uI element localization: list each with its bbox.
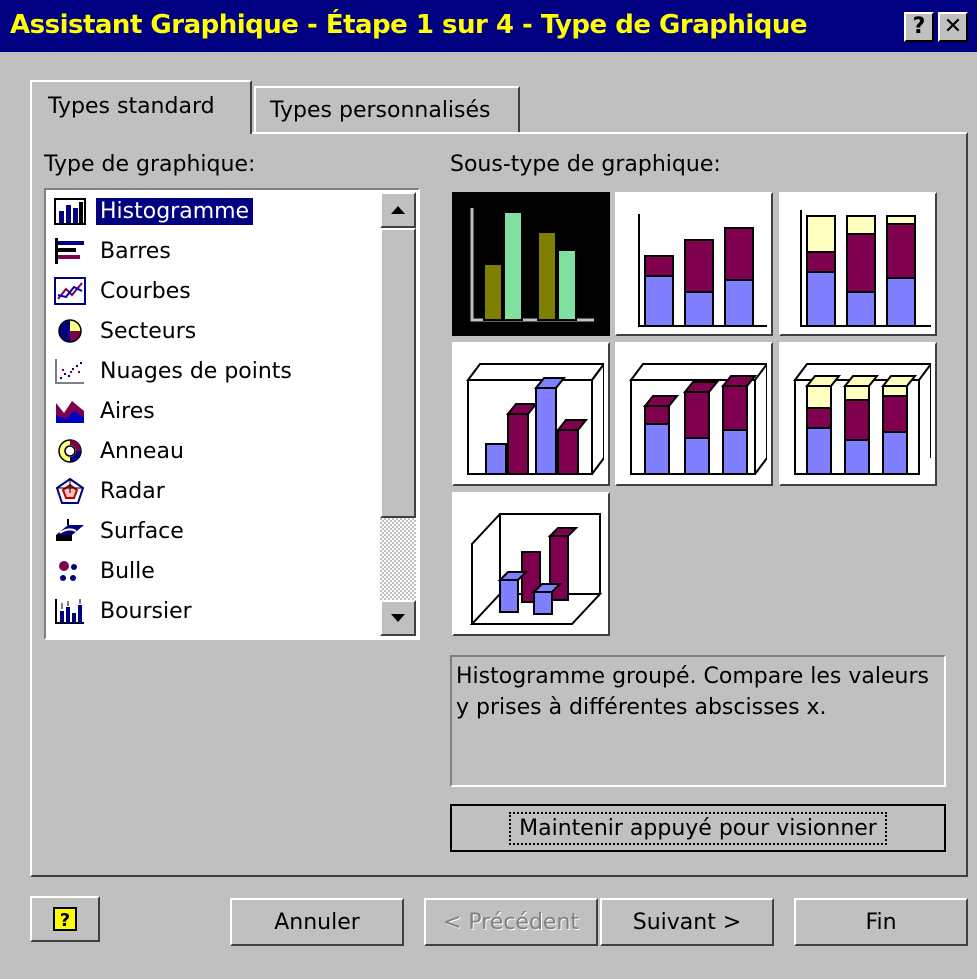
subtype-stacked-column[interactable] [615,192,773,336]
3d-clustered-column-chart-icon [466,363,604,475]
chart-type-label: Type de graphique: [44,152,256,177]
preview-button-label: Maintenir appuyé pour visionner [509,811,887,845]
scroll-thumb[interactable] [380,228,416,518]
help-icon: ? [53,907,77,931]
list-item[interactable]: Anneau [50,432,385,470]
3d-stacked-column-chart-icon [629,363,767,475]
list-item[interactable]: Secteurs [50,312,385,350]
area-chart-icon [50,395,90,427]
close-button[interactable]: ✕ [938,12,968,42]
percent-stacked-column-chart-icon [800,210,931,327]
list-item[interactable]: Aires [50,392,385,430]
stacked-column-chart-icon [638,214,767,327]
next-button[interactable]: Suivant > [600,898,774,946]
subtype-3d-clustered-column[interactable] [452,342,610,486]
previous-button[interactable]: < Précédent [424,898,598,946]
bar-chart-icon [50,235,90,267]
tab-label: Types personnalisés [270,98,491,123]
list-item-label: Aires [100,398,155,424]
finish-button[interactable]: Fin [794,898,968,946]
tab-types-standard[interactable]: Types standard [30,80,252,134]
list-item[interactable]: Courbes [50,272,385,310]
scroll-up-button[interactable] [380,192,416,228]
list-item-label: Courbes [100,278,191,304]
svg-text:?: ? [60,910,70,931]
3d-column-chart-icon [469,513,603,625]
window-title: Assistant Graphique - Étape 1 sur 4 - Ty… [10,10,808,40]
scroll-down-button[interactable] [380,600,416,636]
list-scrollbar[interactable] [380,192,416,636]
list-item[interactable]: Boursier [50,592,385,630]
scatter-chart-icon [50,355,90,387]
list-item-label: Secteurs [100,318,197,344]
list-item[interactable]: Bulle [50,552,385,590]
list-item-label: Radar [100,478,165,504]
clustered-column-chart-icon [470,208,594,322]
arrow-up-icon [391,206,405,214]
list-item[interactable]: Histogramme [50,192,385,230]
tab-types-personnalises[interactable]: Types personnalisés [254,86,520,132]
list-item-label: Nuages de points [100,358,292,384]
list-item-label: Boursier [100,598,192,624]
list-item[interactable]: Nuages de points [50,352,385,390]
bubble-chart-icon [50,555,90,587]
title-bar: Assistant Graphique - Étape 1 sur 4 - Ty… [0,0,977,52]
chart-type-list[interactable]: Histogramme Barres Courbes Secteurs Nuag… [44,188,420,640]
arrow-down-icon [391,614,405,622]
tab-label: Types standard [48,94,215,119]
subtype-description: Histogramme groupé. Compare les valeurs … [450,655,946,787]
list-item-label: Bulle [100,558,155,584]
subtype-100-percent-stacked-column[interactable] [779,192,937,336]
cancel-button[interactable]: Annuler [230,898,404,946]
3d-percent-stacked-column-chart-icon [793,363,931,475]
subtype-clustered-column[interactable] [452,192,610,336]
help-title-button[interactable]: ? [904,12,934,42]
list-item[interactable]: Surface [50,512,385,550]
column-chart-icon [50,195,90,227]
surface-chart-icon [50,515,90,547]
subtype-label: Sous-type de graphique: [450,152,721,177]
pie-chart-icon [50,315,90,347]
stock-chart-icon [50,595,90,627]
subtype-3d-column[interactable] [452,492,610,636]
list-item-label: Anneau [100,438,184,464]
line-chart-icon [50,275,90,307]
subtype-3d-100-percent-stacked-column[interactable] [779,342,937,486]
list-item[interactable]: Barres [50,232,385,270]
list-item-label: Surface [100,518,184,544]
doughnut-chart-icon [50,435,90,467]
preview-button[interactable]: Maintenir appuyé pour visionner [450,804,946,852]
help-button[interactable]: ? [30,896,100,942]
list-item-label: Histogramme [96,197,254,225]
subtype-3d-stacked-column[interactable] [615,342,773,486]
radar-chart-icon [50,475,90,507]
list-item[interactable]: Radar [50,472,385,510]
list-item-label: Barres [100,238,171,264]
